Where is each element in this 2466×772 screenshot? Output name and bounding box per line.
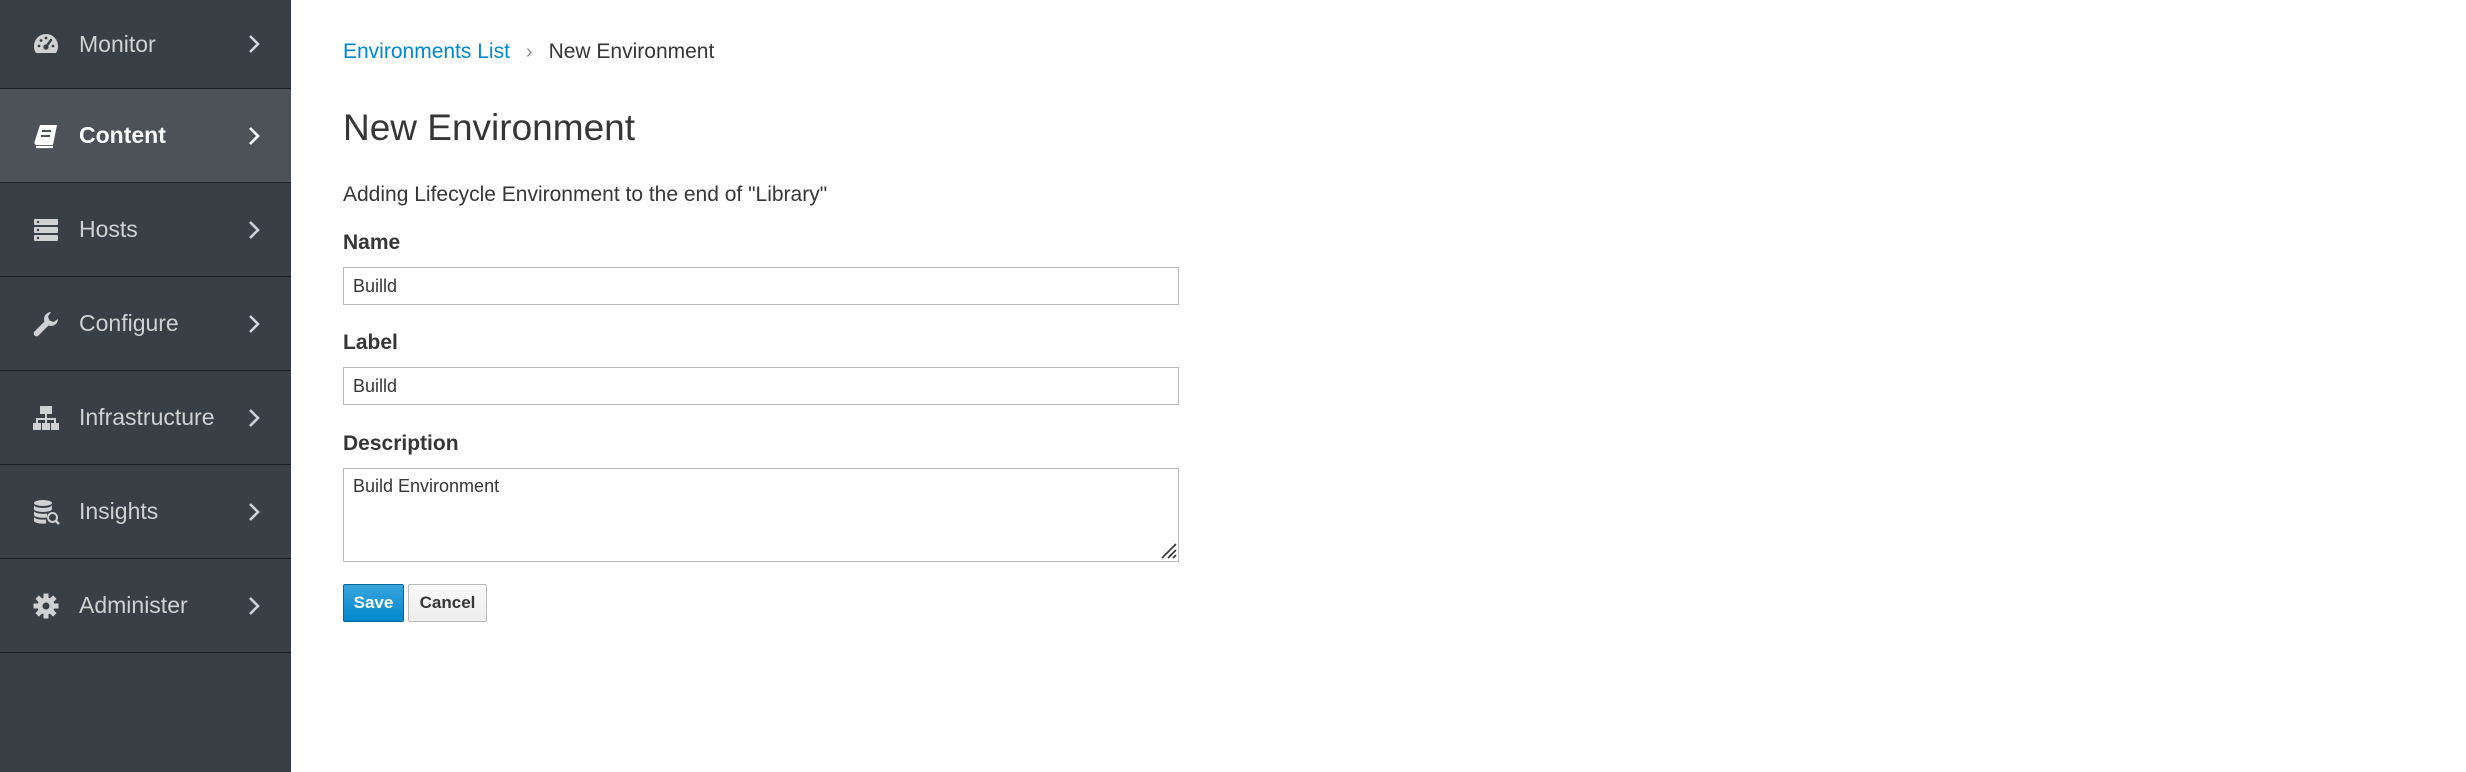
sidebar-item-insights[interactable]: Insights — [0, 465, 291, 559]
description-textarea[interactable]: Build Environment — [343, 468, 1179, 562]
book-icon — [31, 121, 61, 151]
page-subtitle: Adding Lifecycle Environment to the end … — [343, 183, 828, 206]
page-title: New Environment — [343, 107, 636, 148]
chevron-right-icon — [245, 218, 263, 242]
chevron-right-icon — [245, 406, 263, 430]
chevron-right-icon — [245, 312, 263, 336]
name-input[interactable] — [343, 267, 1179, 305]
breadcrumb-current: New Environment — [548, 40, 715, 63]
app-root: Monitor Content Hosts Configure Infrastr… — [0, 0, 2466, 772]
chevron-right-icon — [245, 594, 263, 618]
sidebar-item-label: Monitor — [79, 30, 156, 57]
sidebar-item-configure[interactable]: Configure — [0, 277, 291, 371]
sidebar-item-label: Configure — [79, 310, 179, 336]
main-content: Environments List › New Environment New … — [291, 0, 2466, 772]
sidebar-item-label: Content — [79, 122, 166, 148]
breadcrumb-separator: › — [525, 40, 533, 63]
cancel-button[interactable]: Cancel — [408, 584, 487, 622]
sidebar-item-label: Administer — [79, 592, 188, 618]
sidebar-item-administer[interactable]: Administer — [0, 559, 291, 653]
sidebar-item-hosts[interactable]: Hosts — [0, 183, 291, 277]
chevron-right-icon — [245, 500, 263, 524]
resize-handle-icon[interactable] — [1157, 539, 1177, 559]
network-icon — [31, 403, 61, 433]
gear-icon — [31, 591, 61, 621]
sidebar-item-label: Infrastructure — [79, 404, 215, 430]
label-label: Label — [343, 331, 398, 354]
wrench-icon — [31, 309, 61, 339]
sidebar-item-infrastructure[interactable]: Infrastructure — [0, 371, 291, 465]
save-button[interactable]: Save — [343, 584, 404, 622]
sidebar-item-content[interactable]: Content — [0, 89, 291, 183]
dashboard-icon — [31, 29, 61, 59]
chevron-right-icon — [245, 32, 263, 56]
sidebar-item-label: Insights — [79, 498, 159, 524]
sidebar-nav: Monitor Content Hosts Configure Infrastr… — [0, 0, 291, 772]
breadcrumb-environments-list-link[interactable]: Environments List — [343, 40, 510, 64]
chevron-right-icon — [245, 124, 263, 148]
breadcrumb: Environments List › New Environment — [343, 40, 714, 64]
name-label: Name — [343, 231, 401, 254]
database-search-icon — [31, 497, 61, 527]
label-input[interactable] — [343, 367, 1179, 405]
description-label: Description — [343, 432, 459, 455]
server-icon — [31, 215, 61, 245]
sidebar-item-monitor[interactable]: Monitor — [0, 0, 291, 89]
sidebar-item-label: Hosts — [79, 216, 138, 242]
